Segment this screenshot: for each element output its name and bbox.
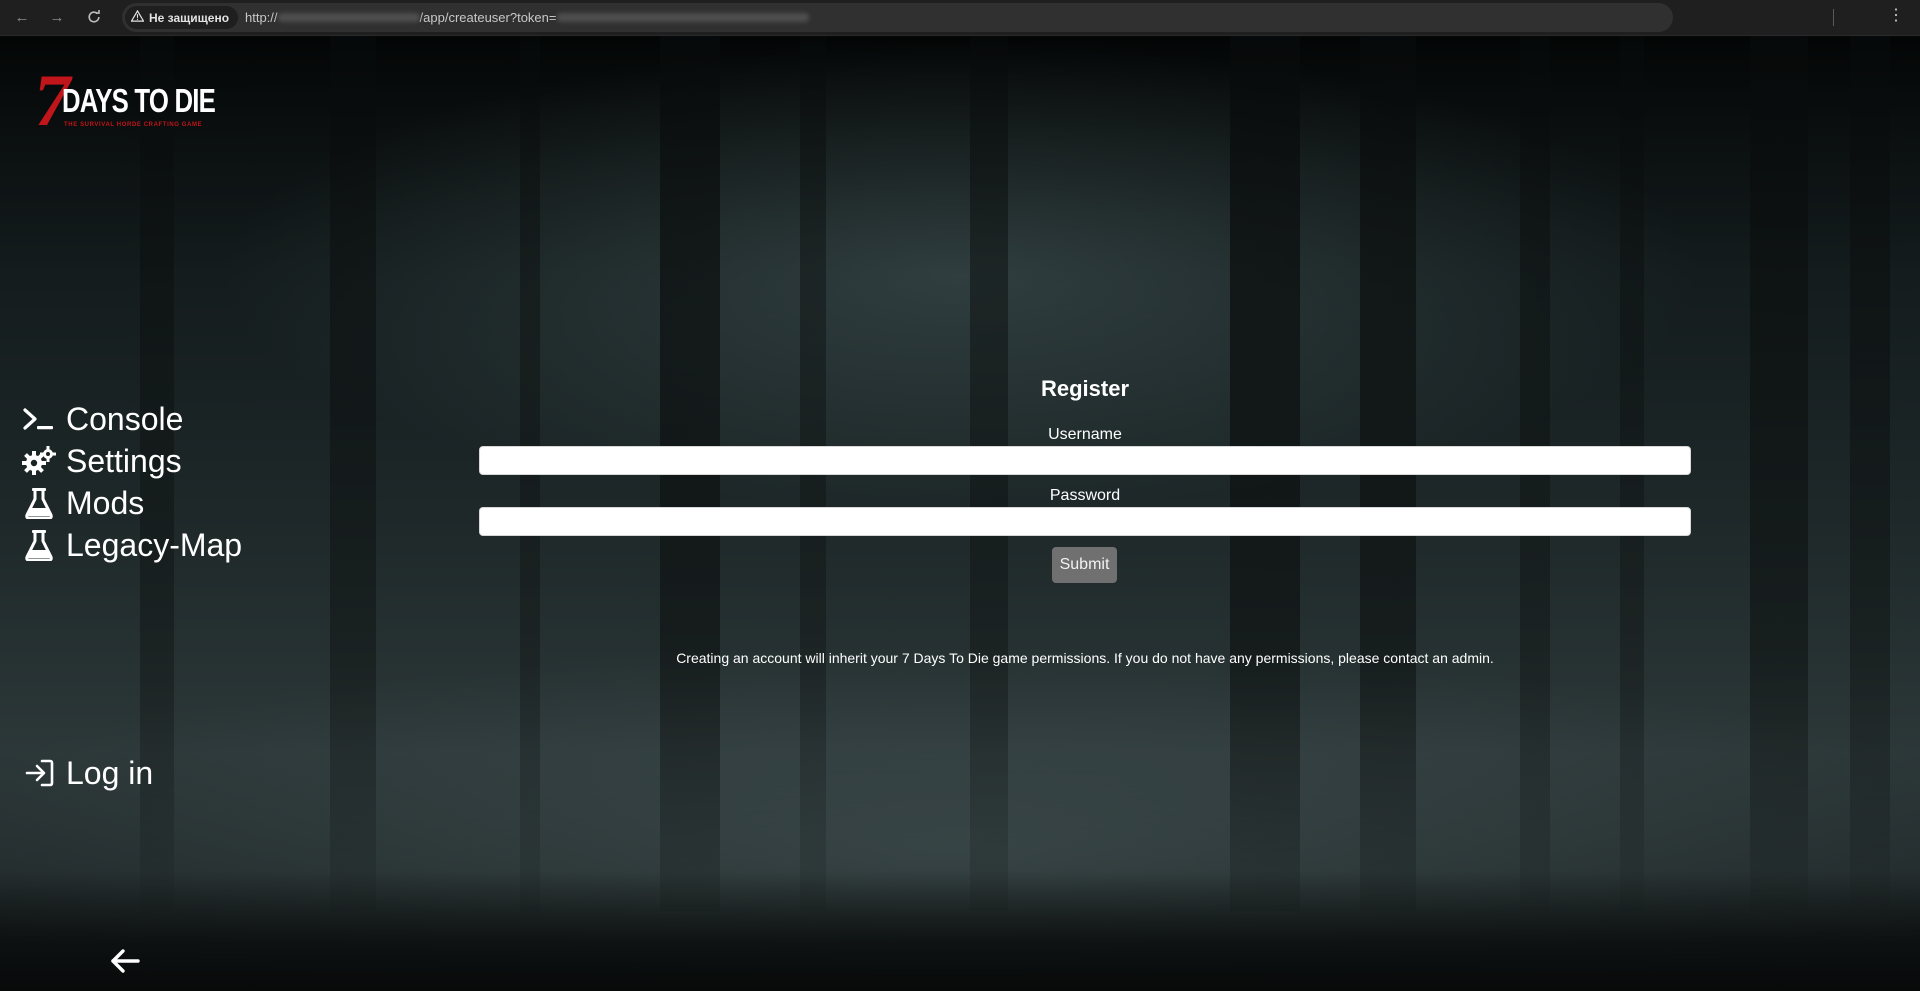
terminal-icon [22,402,56,436]
flask-icon [22,486,56,520]
url-path: /app/createuser?token= [419,10,557,25]
password-label: Password [1049,487,1121,504]
security-chip[interactable]: Не защищено [125,6,239,29]
logo-title: DAYS TO DIE [62,82,216,119]
sidebar-item-settings[interactable]: Settings [22,442,182,480]
sign-in-icon [22,756,56,790]
gears-icon [22,444,56,478]
sidebar-item-console[interactable]: Console [22,400,183,438]
redacted-host [277,13,420,22]
tree-decoration [1750,36,1808,911]
logo-subtitle: THE SURVIVAL HORDE CRAFTING GAME [64,122,203,128]
tree-decoration [1850,36,1890,911]
toolbar-divider [1833,9,1834,26]
sidebar-item-label: Mods [66,484,145,521]
sidebar-item-label: Legacy-Map [66,526,243,563]
redacted-token [556,13,809,22]
url-prefix: http:// [245,10,278,25]
warning-icon [130,9,145,25]
sidebar-item-label: Settings [66,442,182,479]
flask-icon [22,528,56,562]
sidebar-item-label: Console [66,400,184,437]
sidebar-item-legacy-map[interactable]: Legacy-Map [22,526,242,564]
username-label: Username [1048,426,1122,443]
back-icon[interactable]: ← [12,7,32,27]
url-text: http:// /app/createuser?token= [245,10,809,25]
submit-button[interactable]: Submit [1052,547,1117,583]
address-bar[interactable]: Не защищено http:// /app/createuser?toke… [122,3,1673,32]
form-title: Register [1040,376,1130,401]
browser-toolbar: ← → Не защищено http:// /app/createuser?… [0,0,1920,36]
ground-decoration [0,871,1920,991]
tree-decoration [330,36,376,911]
game-logo[interactable]: 7 DAYS TO DIE THE SURVIVAL HORDE CRAFTIN… [28,60,216,148]
username-field[interactable] [479,446,1691,475]
arrow-left-icon[interactable] [108,944,142,978]
security-label: Не защищено [149,10,230,25]
sidebar-item-login[interactable]: Log in [22,754,153,792]
forward-icon[interactable]: → [47,7,67,27]
permissions-notice: Creating an account will inherit your 7 … [676,650,1494,666]
browser-menu-icon[interactable]: ⋮ [1888,8,1904,24]
password-field[interactable] [479,507,1691,536]
sidebar-item-mods[interactable]: Mods [22,484,144,522]
sidebar-item-label: Log in [66,754,154,791]
reload-icon[interactable] [84,7,104,27]
